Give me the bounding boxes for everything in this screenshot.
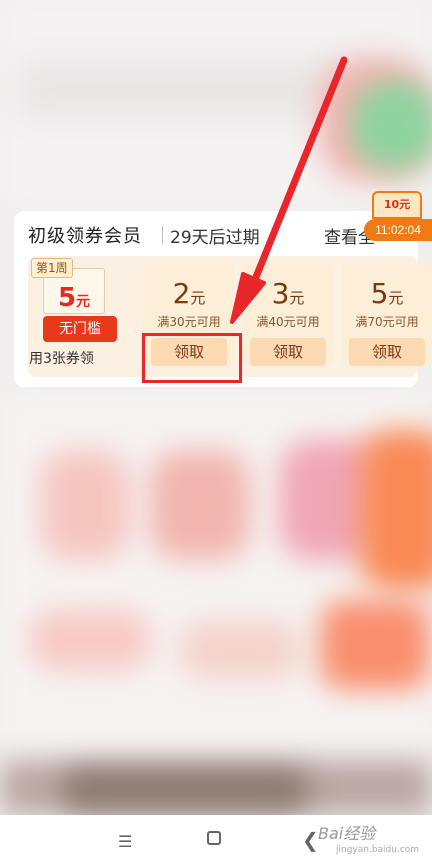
pointer-arrow-icon	[230, 56, 348, 324]
menu-icon[interactable]: ☰	[118, 832, 132, 851]
floating-coupon[interactable]: 10元	[372, 191, 422, 219]
watermark: Bai经验	[318, 824, 376, 843]
back-icon[interactable]: ❮	[302, 828, 319, 852]
system-nav-bar: ☰ ❮ Bai经验 jingyan.baidu.com	[0, 815, 432, 864]
watermark-url: jingyan.baidu.com	[336, 845, 420, 855]
countdown-timer: 11:02:04	[364, 219, 432, 241]
home-icon[interactable]	[207, 831, 221, 845]
